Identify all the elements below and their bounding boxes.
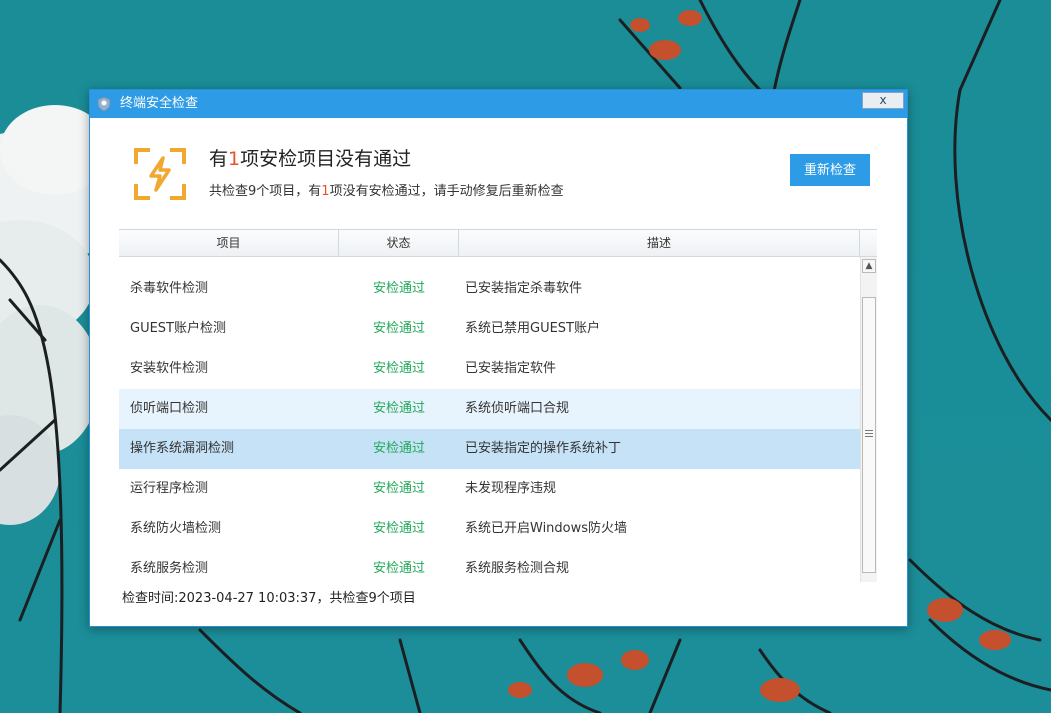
row-item-name: GUEST账户检测 (130, 321, 226, 336)
table-row[interactable]: 系统服务检测 安检通过 系统服务检测合规 (119, 549, 860, 582)
summary-headline: 有1项安检项目没有通过 (209, 146, 411, 172)
row-status: 安检通过 (372, 321, 425, 336)
table-row[interactable]: 杀毒软件检测 安检通过 已安装指定杀毒软件 (119, 269, 860, 309)
row-item-name: 侦听端口检测 (130, 401, 209, 416)
failed-count: 1 (228, 148, 241, 170)
scroll-up-arrow-icon[interactable]: ▲ (862, 259, 876, 273)
row-status: 安检通过 (372, 561, 425, 576)
row-item-name: 杀毒软件检测 (130, 281, 209, 296)
table-row[interactable]: 运行程序检测 安检通过 未发现程序违规 (119, 469, 860, 509)
close-button[interactable]: x (862, 92, 904, 109)
table-body: 杀毒软件检测 安检通过 已安装指定杀毒软件 GUEST账户检测 安检通过 系统已… (119, 257, 860, 582)
column-header-status[interactable]: 状态 (339, 230, 459, 257)
grip-icon (865, 430, 873, 438)
row-description: 系统已开启Windows防火墙 (465, 521, 628, 536)
detail-suffix: 项没有安检通过，请手动修复后重新检查 (329, 184, 564, 199)
scrollbar-thumb[interactable] (862, 297, 876, 573)
lightning-alert-icon (134, 148, 186, 200)
table-row-selected[interactable]: 操作系统漏洞检测 安检通过 已安装指定的操作系统补丁 (119, 429, 860, 469)
column-header-description[interactable]: 描述 (459, 230, 860, 257)
row-status: 安检通过 (372, 441, 425, 456)
row-description: 系统服务检测合规 (465, 561, 570, 576)
table-row[interactable]: 系统防火墙检测 安检通过 系统已开启Windows防火墙 (119, 509, 860, 549)
row-item-name: 操作系统漏洞检测 (130, 441, 235, 456)
row-description: 已安装指定的操作系统补丁 (465, 441, 622, 456)
row-item-name: 系统防火墙检测 (130, 521, 222, 536)
row-description: 已安装指定杀毒软件 (465, 281, 583, 296)
row-description: 已安装指定软件 (465, 361, 557, 376)
row-item-name: 运行程序检测 (130, 481, 209, 496)
window-title: 终端安全检查 (120, 96, 199, 111)
recheck-button[interactable]: 重新检查 (790, 154, 870, 186)
row-status: 安检通过 (372, 521, 425, 536)
headline-suffix: 项安检项目没有通过 (240, 148, 412, 170)
row-description: 系统已禁用GUEST账户 (465, 321, 600, 336)
row-description: 系统侦听端口合规 (465, 401, 570, 416)
detail-failed-count: 1 (321, 184, 330, 199)
vertical-scrollbar[interactable]: ▲ (860, 257, 877, 582)
table-row[interactable]: GUEST账户检测 安检通过 系统已禁用GUEST账户 (119, 309, 860, 349)
check-time-footer: 检查时间:2023-04-27 10:03:37，共检查9个项目 (122, 591, 416, 606)
summary-detail: 共检查9个项目，有1项没有安检通过，请手动修复后重新检查 (209, 182, 564, 202)
row-description: 未发现程序违规 (465, 481, 557, 496)
table-row[interactable]: 安装软件检测 安检通过 已安装指定软件 (119, 349, 860, 389)
column-header-item[interactable]: 项目 (119, 230, 339, 257)
detail-prefix: 共检查9个项目，有 (209, 184, 322, 199)
table-row[interactable]: 侦听端口检测 安检通过 系统侦听端口合规 (119, 389, 860, 429)
row-status: 安检通过 (372, 281, 425, 296)
table-header: 项目 状态 描述 (119, 230, 877, 257)
security-check-window: 终端安全检查 x 有1项安检项目没有通过 共检查9个项目，有1项没有安检通过，请… (89, 89, 908, 627)
row-status: 安检通过 (372, 481, 425, 496)
row-item-name: 系统服务检测 (130, 561, 209, 576)
title-bar[interactable]: 终端安全检查 x (90, 90, 907, 118)
row-status: 安检通过 (372, 361, 425, 376)
row-status: 安检通过 (372, 401, 425, 416)
row-item-name: 安装软件检测 (130, 361, 209, 376)
shield-icon (97, 96, 111, 112)
check-results-table: 项目 状态 描述 杀毒软件检测 安检通过 已安装指定杀毒软件 GUEST账户检测… (119, 229, 877, 582)
headline-prefix: 有 (209, 148, 229, 170)
